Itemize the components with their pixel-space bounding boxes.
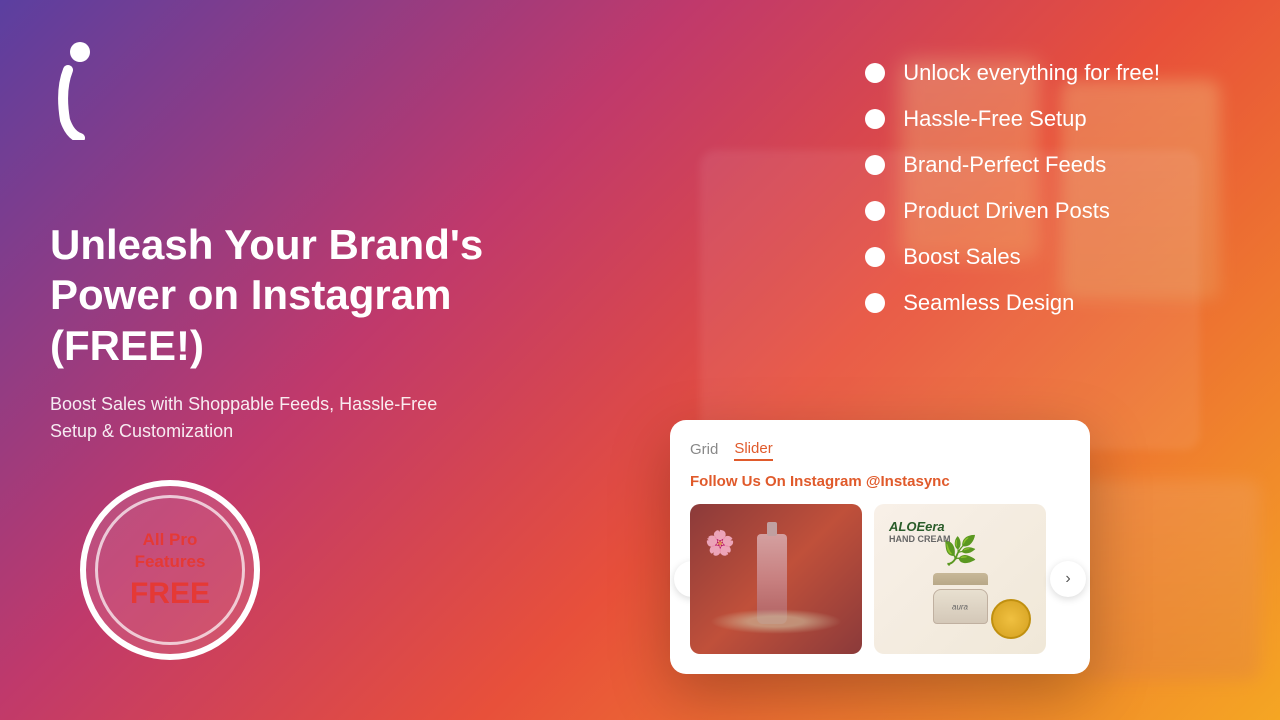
- feature-dot: [865, 247, 885, 267]
- product-image-1: 🌸: [690, 504, 862, 654]
- feature-dot: [865, 155, 885, 175]
- feature-item: Hassle-Free Setup: [865, 106, 1160, 132]
- feature-dot: [865, 293, 885, 313]
- feature-dot: [865, 201, 885, 221]
- feature-label: Brand-Perfect Feeds: [903, 152, 1106, 178]
- instagram-handle: @Instasync: [866, 473, 950, 490]
- badge-label-top: All ProFeatures: [135, 529, 206, 573]
- feature-label: Seamless Design: [903, 290, 1074, 316]
- feature-label: Hassle-Free Setup: [903, 106, 1086, 132]
- tab-grid[interactable]: Grid: [690, 441, 718, 460]
- feature-item: Seamless Design: [865, 290, 1160, 316]
- feature-label: Product Driven Posts: [903, 198, 1110, 224]
- main-headline: Unleash Your Brand's Power on Instagram …: [50, 220, 570, 371]
- feature-item: Brand-Perfect Feeds: [865, 152, 1160, 178]
- aloe-label: ALOEera HAND CREAM: [889, 519, 951, 544]
- stones-decoration: [710, 609, 842, 634]
- main-content: Unleash Your Brand's Power on Instagram …: [0, 0, 1280, 720]
- features-list: Unlock everything for free! Hassle-Free …: [865, 60, 1160, 336]
- sub-headline: Boost Sales with Shoppable Feeds, Hassle…: [50, 391, 450, 445]
- product-2-background: ALOEera HAND CREAM 🌿 aura: [874, 504, 1046, 654]
- widget-tabs: Grid Slider: [690, 440, 1070, 461]
- feature-label: Unlock everything for free!: [903, 60, 1160, 86]
- feature-item: Boost Sales: [865, 244, 1160, 270]
- follow-text: Follow Us On Instagram: [690, 473, 862, 490]
- aloe-product-container: 🌿 aura: [933, 534, 988, 624]
- flower-decoration: 🌸: [705, 529, 735, 558]
- feature-dot: [865, 63, 885, 83]
- gold-coin-decoration: [991, 599, 1031, 639]
- product-image-2: ALOEera HAND CREAM 🌿 aura: [874, 504, 1046, 654]
- product-1-background: 🌸: [690, 504, 862, 654]
- badge-inner: All ProFeatures FREE: [95, 495, 245, 645]
- cream-jar-lid: [933, 573, 988, 585]
- tab-slider[interactable]: Slider: [734, 440, 772, 461]
- cream-brand-label: aura: [952, 602, 968, 611]
- widget-follow-title: Follow Us On Instagram @Instasync: [690, 473, 1070, 490]
- badge-free-label: FREE: [130, 577, 210, 611]
- next-arrow-button[interactable]: ›: [1050, 561, 1086, 597]
- logo: [50, 40, 110, 145]
- instagram-widget-card: Grid Slider Follow Us On Instagram @Inst…: [670, 420, 1090, 674]
- feature-dot: [865, 109, 885, 129]
- feature-label: Boost Sales: [903, 244, 1020, 270]
- cream-jar: aura: [933, 589, 988, 624]
- pro-features-badge: All ProFeatures FREE: [80, 480, 260, 660]
- feature-item: Product Driven Posts: [865, 198, 1160, 224]
- feature-item: Unlock everything for free!: [865, 60, 1160, 86]
- widget-product-images: ‹ 🌸 ALOEera HAND CREAM 🌿: [690, 504, 1070, 654]
- left-section: Unleash Your Brand's Power on Instagram …: [50, 220, 570, 445]
